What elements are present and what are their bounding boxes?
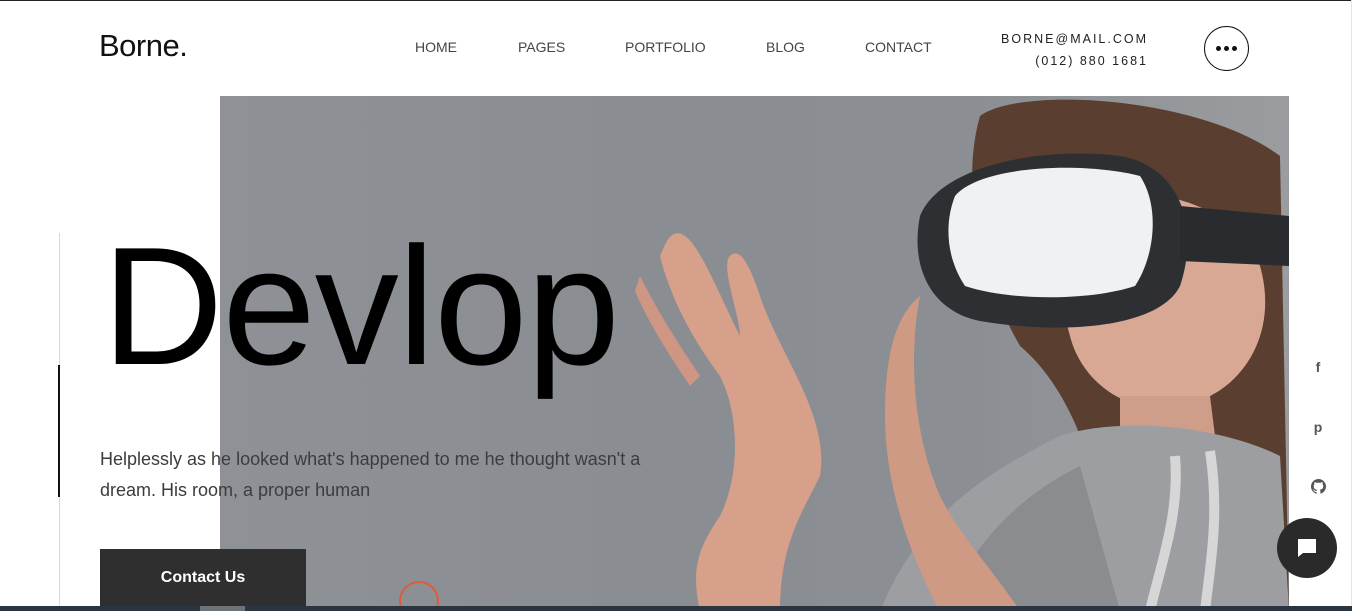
header-email[interactable]: BORNE@MAIL.COM <box>1001 28 1148 50</box>
nav-item-blog[interactable]: BLOG <box>766 39 805 55</box>
top-border <box>0 0 1352 1</box>
contact-us-button[interactable]: Contact Us <box>100 549 306 611</box>
nav-item-portfolio[interactable]: PORTFOLIO <box>625 39 706 55</box>
nav-item-pages[interactable]: PAGES <box>518 39 565 55</box>
chat-bubble-icon <box>1298 539 1316 557</box>
github-icon-glyph <box>1310 478 1326 494</box>
pinterest-icon[interactable]: p <box>1308 417 1328 437</box>
facebook-icon[interactable]: f <box>1308 357 1328 377</box>
hero-headline: Devlop <box>102 212 620 400</box>
chat-button[interactable] <box>1277 518 1337 578</box>
nav-item-home[interactable]: HOME <box>415 39 457 55</box>
more-menu-button[interactable] <box>1204 26 1249 71</box>
site-logo[interactable]: Borne. <box>99 28 188 64</box>
header-phone[interactable]: (012) 880 1681 <box>1001 50 1148 72</box>
nav-item-contact[interactable]: CONTACT <box>865 39 932 55</box>
github-icon[interactable] <box>1308 476 1328 496</box>
hero-description: Helplessly as he looked what's happened … <box>100 449 641 500</box>
horizontal-scrollbar-thumb[interactable] <box>200 606 245 611</box>
header-contact: BORNE@MAIL.COM (012) 880 1681 <box>1001 28 1148 72</box>
progress-indicator <box>58 365 60 497</box>
more-dots-icon <box>1216 46 1221 51</box>
